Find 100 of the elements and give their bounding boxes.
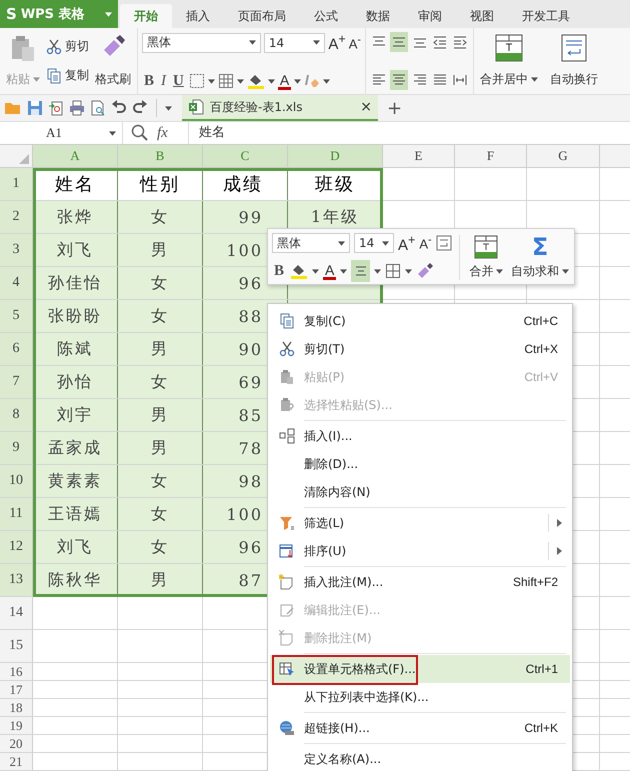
format-painter-button[interactable]: 格式刷 [93, 32, 133, 90]
caret-icon [562, 268, 570, 274]
export-icon[interactable] [48, 100, 64, 116]
menu-item[interactable]: 从下拉列表中选择(K)... [270, 683, 570, 711]
row-header[interactable]: 19 [0, 717, 33, 734]
underline-button[interactable]: U [171, 72, 186, 90]
ribbon-tab[interactable]: 审阅 [404, 4, 456, 28]
border-icon[interactable] [188, 73, 205, 89]
ribbon-tab[interactable]: 插入 [172, 4, 224, 28]
formula-input[interactable]: 姓名 [188, 122, 630, 144]
row-header[interactable]: 7 [0, 366, 33, 398]
caret-icon[interactable] [294, 78, 302, 84]
menu-item[interactable]: 超链接(H)... Ctrl+K [270, 714, 570, 742]
row-header[interactable]: 2 [0, 201, 33, 233]
copy-button[interactable]: 复制 [46, 67, 89, 84]
row-header[interactable]: 14 [0, 597, 33, 629]
ribbon-tab[interactable]: 页面布局 [224, 4, 300, 28]
menu-item[interactable]: 设置单元格格式(F)... Ctrl+1 [270, 655, 570, 683]
menu-item[interactable]: 定义名称(A)... [270, 745, 570, 771]
font-color-button[interactable]: A [278, 72, 292, 90]
caret-icon[interactable] [165, 106, 172, 110]
ribbon-tab[interactable]: 开发工具 [508, 4, 584, 28]
merge-cells-icon [495, 34, 523, 62]
row-header[interactable]: 21 [0, 753, 33, 770]
bold-button[interactable]: B [142, 72, 156, 90]
clipboard-icon [279, 369, 295, 385]
caret-icon[interactable] [236, 78, 244, 84]
row-header[interactable]: 11 [0, 498, 33, 530]
font-size-dropdown[interactable]: 14 [264, 32, 326, 52]
table-icon[interactable] [218, 73, 234, 89]
row-header[interactable]: 17 [0, 681, 33, 698]
function-button[interactable]: fx [157, 124, 168, 142]
row-header[interactable]: 9 [0, 432, 33, 464]
alignment-button[interactable] [390, 32, 408, 52]
new-tab-button[interactable]: + [387, 98, 402, 118]
grow-font-button[interactable]: A$^{+}$ [398, 232, 416, 254]
caret-icon[interactable] [312, 268, 320, 274]
ribbon-tab[interactable]: 开始 [120, 4, 172, 28]
font-name-dropdown[interactable]: 黑体 [272, 233, 350, 253]
ribbon-tab[interactable]: 公式 [300, 4, 352, 28]
autosum-button[interactable]: Σ 自动求和 [510, 234, 570, 280]
caret-icon[interactable] [405, 268, 412, 274]
caret-icon[interactable] [268, 78, 275, 84]
sort-icon [279, 543, 295, 559]
caret-icon [313, 40, 320, 45]
close-tab-button[interactable]: × [360, 99, 372, 115]
row-header[interactable]: 10 [0, 465, 33, 497]
copy-icon [46, 68, 62, 84]
row-header[interactable]: 3 [0, 234, 33, 266]
print-preview-icon[interactable] [90, 100, 106, 116]
row-header[interactable]: 4 [0, 267, 33, 299]
brush-icon[interactable] [416, 262, 434, 280]
name-box[interactable]: A1 [0, 122, 123, 144]
caret-icon[interactable] [208, 78, 215, 84]
font-color-button[interactable]: A [323, 262, 336, 280]
fill-bucket-icon[interactable] [290, 262, 308, 280]
caret-icon [338, 240, 345, 246]
row-header[interactable]: 1 [0, 168, 33, 200]
cut-button[interactable]: 剪切 [46, 38, 89, 55]
caret-icon[interactable] [374, 268, 382, 274]
fill-bucket-icon[interactable] [246, 72, 265, 90]
table-icon[interactable] [385, 263, 402, 279]
merge-button[interactable]: 合并 [459, 234, 504, 280]
row-header[interactable]: 6 [0, 333, 33, 365]
merge-center-button[interactable]: 合并居中 [478, 32, 540, 90]
undo-icon[interactable] [111, 100, 127, 116]
redo-icon[interactable] [132, 100, 148, 116]
alignment-button[interactable] [351, 260, 370, 282]
font-size-dropdown[interactable]: 14 [354, 233, 394, 253]
row-header[interactable]: 18 [0, 699, 33, 716]
font-name-dropdown[interactable]: 黑体 [142, 32, 261, 52]
shrink-font-button[interactable]: A$^{-}$ [419, 234, 432, 252]
save-icon[interactable] [27, 100, 43, 116]
ribbon-tab[interactable]: 数据 [352, 4, 404, 28]
row-header[interactable]: 5 [0, 300, 33, 332]
row-header[interactable]: 20 [0, 735, 33, 752]
ribbon-tab[interactable]: 视图 [456, 4, 508, 28]
printer-icon[interactable] [69, 100, 85, 116]
italic-button[interactable]: I [159, 72, 168, 90]
row-header[interactable]: 8 [0, 399, 33, 431]
caret-icon [248, 40, 256, 45]
shrink-font-button[interactable]: A$^{-}$ [348, 34, 361, 52]
caret-icon [105, 12, 112, 16]
merge-cells-icon [474, 234, 498, 258]
alignment-button[interactable] [390, 70, 408, 90]
column-header[interactable]: G [527, 145, 600, 167]
document-tab[interactable]: 百度经验-表1.xls × [182, 95, 378, 121]
wrap-text-button[interactable]: 自动换行 [548, 32, 600, 90]
grow-font-button[interactable]: A$^{+}$ [328, 32, 346, 53]
row-header[interactable]: 12 [0, 531, 33, 563]
column-header[interactable]: E [383, 145, 455, 167]
caret-icon[interactable] [323, 78, 330, 84]
row-header[interactable]: 16 [0, 663, 33, 680]
row-header[interactable]: 15 [0, 630, 33, 662]
wrap-text-icon[interactable] [436, 235, 452, 251]
zoom-icon[interactable] [131, 124, 149, 142]
caret-icon[interactable] [340, 268, 348, 274]
note-icon [279, 574, 295, 590]
column-header[interactable]: F [455, 145, 527, 167]
row-header[interactable]: 13 [0, 564, 33, 596]
